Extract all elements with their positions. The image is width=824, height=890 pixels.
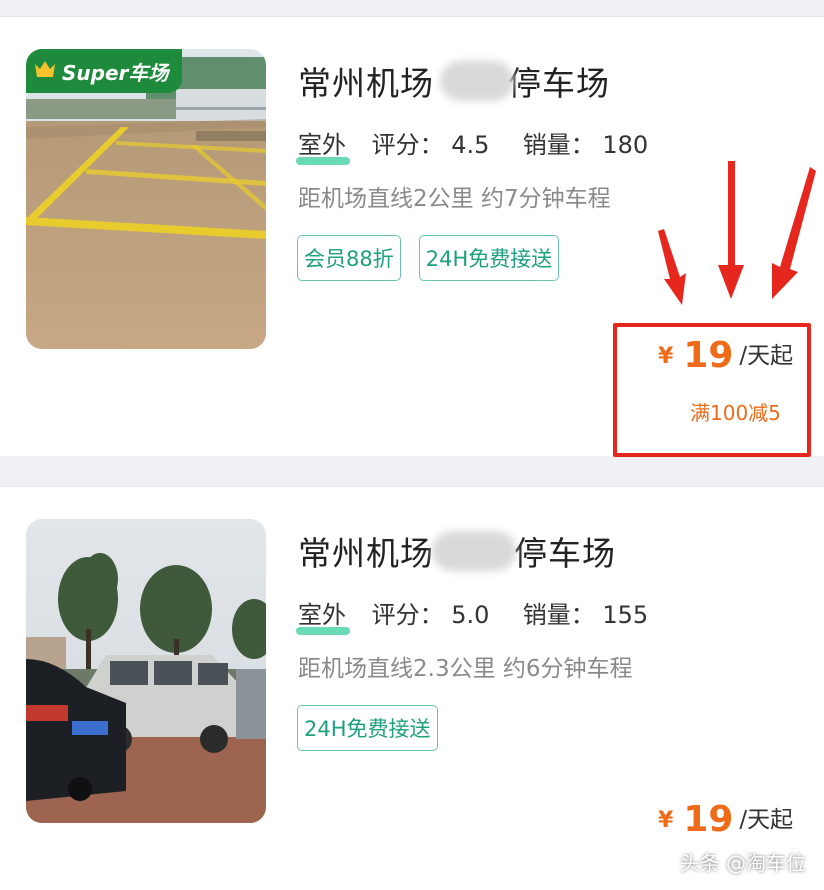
parking-lot-photo[interactable]: Super车场 xyxy=(26,49,266,349)
annotation-arrows xyxy=(658,161,816,305)
tag-list: 会员88折 24H免费接送 xyxy=(297,235,560,281)
outdoor-label: 室外 xyxy=(296,595,350,635)
sales-value: 155 xyxy=(602,601,649,629)
tag-free-shuttle: 24H免费接送 xyxy=(418,235,560,281)
rating-label: 评分： xyxy=(371,601,444,629)
badge-label: Super车场 xyxy=(62,60,169,85)
distance-text: 距机场直线2公里 约7分钟车程 xyxy=(298,186,611,212)
watermark: 头条 @淘车位 xyxy=(679,851,806,875)
outdoor-label: 室外 xyxy=(296,125,350,165)
parking-listing-card[interactable]: 常州机场 停车场 室外 评分： 5.0 销量： 155 距机场直线2.3公里 约6… xyxy=(0,486,824,890)
parking-lot-photo[interactable] xyxy=(26,519,266,823)
blurred-name-mask xyxy=(432,531,516,571)
rating-value: 5.0 xyxy=(451,601,490,629)
blurred-name-mask xyxy=(440,61,514,101)
sales-label: 销量： xyxy=(522,601,595,629)
sales-label: 销量： xyxy=(522,131,595,159)
parking-listing-card[interactable]: Super车场 常州机场 停车场 室外 评分： 4.5 销量： 180 距机场直线… xyxy=(0,16,824,457)
listing-meta: 室外 评分： 4.5 销量： 180 xyxy=(296,125,648,165)
price-value: 19 xyxy=(683,799,734,840)
price-unit: /天起 xyxy=(739,807,794,833)
currency-symbol: ¥ xyxy=(658,808,674,833)
price-value: 19 xyxy=(683,335,734,376)
currency-symbol: ¥ xyxy=(658,344,674,369)
discount-text: 满100减5 xyxy=(690,401,781,425)
title-prefix: 常州机场 xyxy=(298,534,434,573)
listing-meta: 室外 评分： 5.0 销量： 155 xyxy=(296,595,649,635)
title-suffix: 停车场 xyxy=(514,534,616,573)
crown-icon xyxy=(34,60,56,82)
price-unit: /天起 xyxy=(739,343,794,369)
tag-member-discount: 会员88折 xyxy=(297,235,401,281)
distance-text: 距机场直线2.3公里 约6分钟车程 xyxy=(298,656,633,682)
price-block: ¥19/天起 xyxy=(658,799,793,840)
tag-free-shuttle: 24H免费接送 xyxy=(297,705,438,751)
rating-label: 评分： xyxy=(371,131,444,159)
tag-list: 24H免费接送 xyxy=(297,705,438,751)
price-block: ¥19/天起 xyxy=(658,335,793,376)
title-suffix: 停车场 xyxy=(508,64,610,103)
rating-value: 4.5 xyxy=(451,131,490,159)
super-parking-badge: Super车场 xyxy=(26,49,182,93)
title-prefix: 常州机场 xyxy=(298,64,434,103)
